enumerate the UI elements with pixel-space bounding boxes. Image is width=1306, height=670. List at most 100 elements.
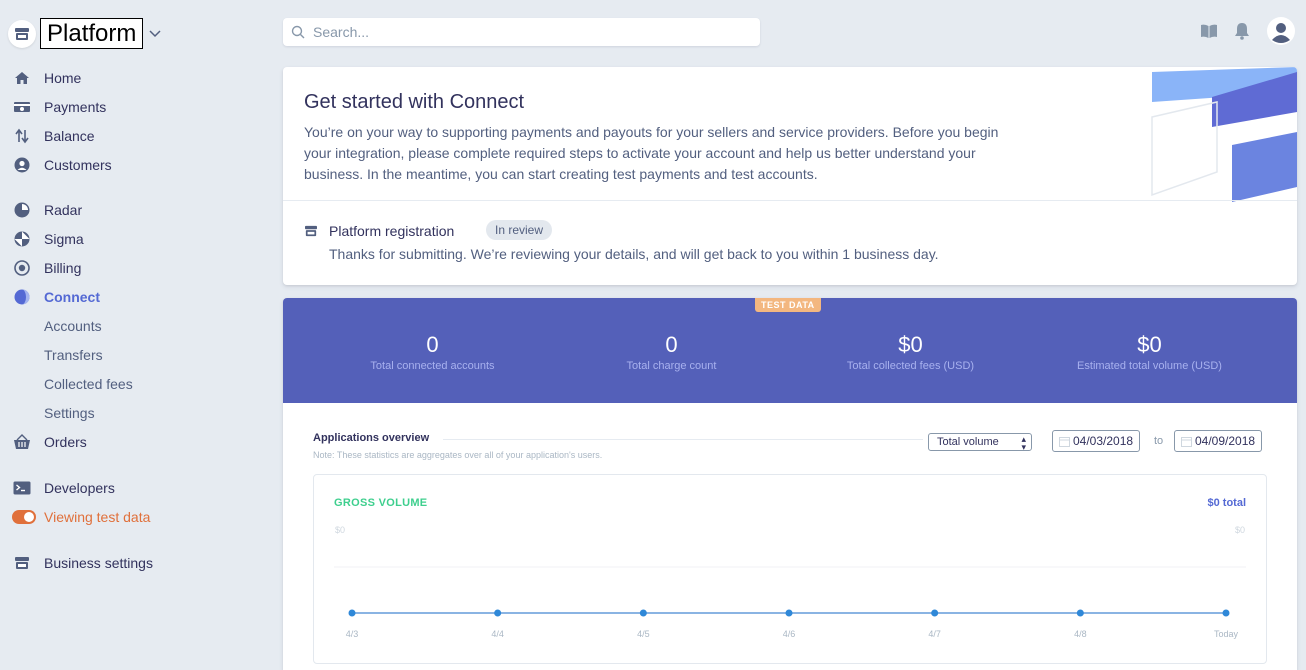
registration-text: Thanks for submitting. We’re reviewing y… <box>329 246 939 262</box>
stat-connected-accounts: 0 Total connected accounts <box>313 332 552 372</box>
data-point[interactable] <box>1076 609 1084 617</box>
sidebar-item-payments[interactable]: Payments <box>12 96 106 118</box>
docs-book-icon[interactable] <box>1200 23 1218 39</box>
get-started-card: Get started with Connect You’re on your … <box>283 67 1297 285</box>
stat-value: $0 <box>898 332 923 357</box>
stat-charge-count: 0 Total charge count <box>552 332 791 372</box>
basket-icon <box>12 432 32 452</box>
calendar-icon <box>1059 436 1070 447</box>
sidebar-item-label: Customers <box>44 157 112 173</box>
registration-title: Platform registration <box>329 223 455 239</box>
chart-plot: 4/3 4/4 4/5 4/6 4/7 4/8 Today <box>334 566 1246 639</box>
search-input[interactable] <box>311 23 735 41</box>
user-avatar-icon[interactable] <box>1266 16 1296 46</box>
card-description: You’re on your way to supporting payment… <box>304 124 999 182</box>
sidebar-item-label: Billing <box>44 260 82 276</box>
x-tick-label: 4/4 <box>491 629 504 639</box>
status-badge: In review <box>486 220 553 240</box>
data-point[interactable] <box>494 609 502 617</box>
customer-icon <box>12 155 32 175</box>
stat-collected-fees: $0 Total collected fees (USD) <box>791 332 1030 372</box>
sidebar: Platform Home Payments Balance Customers… <box>0 0 270 670</box>
top-icons <box>1184 16 1296 46</box>
card-title: Get started with Connect <box>304 91 525 113</box>
overview-note: Note: These statistics are aggregates ov… <box>313 450 603 460</box>
test-data-badge: TEST DATA <box>755 298 821 312</box>
select-value: Total volume <box>937 436 999 448</box>
chevron-down-icon <box>149 25 161 43</box>
x-tick-label: Today <box>1214 629 1239 639</box>
sidebar-item-label: Payments <box>44 99 107 115</box>
search-box[interactable] <box>283 18 760 46</box>
x-tick-label: 4/5 <box>637 629 650 639</box>
divider <box>443 439 923 440</box>
date-to-value: 04/09/2018 <box>1195 434 1256 448</box>
stat-label: Total connected accounts <box>370 360 495 372</box>
divider <box>283 200 1297 201</box>
data-point[interactable] <box>639 609 647 617</box>
bell-icon[interactable] <box>1234 22 1250 40</box>
x-tick-label: 4/8 <box>1074 629 1087 639</box>
sidebar-item-label: Radar <box>44 202 83 218</box>
sidebar-subitem-settings[interactable]: Settings <box>44 402 95 424</box>
sidebar-item-label: Sigma <box>44 231 84 247</box>
stat-value: $0 <box>1137 332 1162 357</box>
sidebar-item-billing[interactable]: Billing <box>12 257 81 279</box>
data-point[interactable] <box>348 609 356 617</box>
date-separator: to <box>1154 435 1164 447</box>
data-point[interactable] <box>1222 609 1230 617</box>
balance-arrows-icon <box>12 126 32 146</box>
data-point[interactable] <box>785 609 793 617</box>
stat-label: Total charge count <box>626 360 717 372</box>
date-to-input[interactable]: 04/09/2018 <box>1174 430 1263 452</box>
stat-value: 0 <box>426 332 439 357</box>
search-icon <box>291 25 305 39</box>
sidebar-subitem-transfers[interactable]: Transfers <box>44 344 103 366</box>
sidebar-item-developers[interactable]: Developers <box>12 477 115 499</box>
sidebar-item-label: Accounts <box>44 318 102 334</box>
sidebar-item-sigma[interactable]: Sigma <box>12 228 84 250</box>
terminal-icon <box>12 478 32 498</box>
sidebar-item-label: Orders <box>44 434 87 450</box>
connect-icon <box>12 287 32 307</box>
toggle-switch[interactable] <box>12 507 36 527</box>
toggle-label: Viewing test data <box>44 509 151 525</box>
sidebar-item-orders[interactable]: Orders <box>12 431 87 453</box>
test-data-toggle[interactable]: Viewing test data <box>12 506 150 528</box>
store-icon <box>8 19 36 48</box>
stat-label: Total collected fees (USD) <box>846 360 975 372</box>
sidebar-item-radar[interactable]: Radar <box>12 199 82 221</box>
sidebar-item-home[interactable]: Home <box>12 67 81 89</box>
radar-icon <box>12 200 32 220</box>
x-tick-label: 4/7 <box>928 629 941 639</box>
stat-label: Estimated total volume (USD) <box>1077 360 1222 372</box>
data-point[interactable] <box>931 609 939 617</box>
sidebar-subitem-collected-fees[interactable]: Collected fees <box>44 373 133 395</box>
billing-icon <box>12 258 32 278</box>
gross-volume-chart: GROSS VOLUME $0 total $0 $0 4/3 4/4 4/5 4/6… <box>313 474 1267 664</box>
select-arrows-icon: ▴ ▾ <box>1021 434 1026 452</box>
sidebar-item-label: Settings <box>44 405 95 421</box>
stats-banner: TEST DATA 0 Total connected accounts 0 T… <box>283 298 1297 403</box>
sidebar-item-customers[interactable]: Customers <box>12 154 112 176</box>
account-switcher[interactable]: Platform <box>8 18 161 49</box>
decorative-stripes <box>1151 67 1297 202</box>
sidebar-item-balance[interactable]: Balance <box>12 125 95 147</box>
sidebar-item-label: Balance <box>44 128 95 144</box>
date-from-input[interactable]: 04/03/2018 <box>1052 430 1141 452</box>
sidebar-item-label: Collected fees <box>44 376 133 392</box>
x-tick-label: 4/3 <box>346 629 359 639</box>
stat-total-volume: $0 Estimated total volume (USD) <box>1030 332 1269 372</box>
sidebar-item-business-settings[interactable]: Business settings <box>12 552 153 574</box>
sigma-icon <box>12 229 32 249</box>
metric-select[interactable]: Total volume ▴ ▾ <box>928 433 1032 452</box>
calendar-icon <box>1181 436 1192 447</box>
sidebar-item-connect[interactable]: Connect <box>12 286 100 308</box>
connect-overview-card: TEST DATA 0 Total connected accounts 0 T… <box>283 298 1297 670</box>
store-icon <box>304 224 318 242</box>
store-icon <box>12 553 32 573</box>
sidebar-subitem-accounts[interactable]: Accounts <box>44 315 102 337</box>
stat-value: 0 <box>665 332 678 357</box>
account-name: Platform <box>40 18 144 49</box>
date-from-value: 04/03/2018 <box>1073 434 1134 448</box>
